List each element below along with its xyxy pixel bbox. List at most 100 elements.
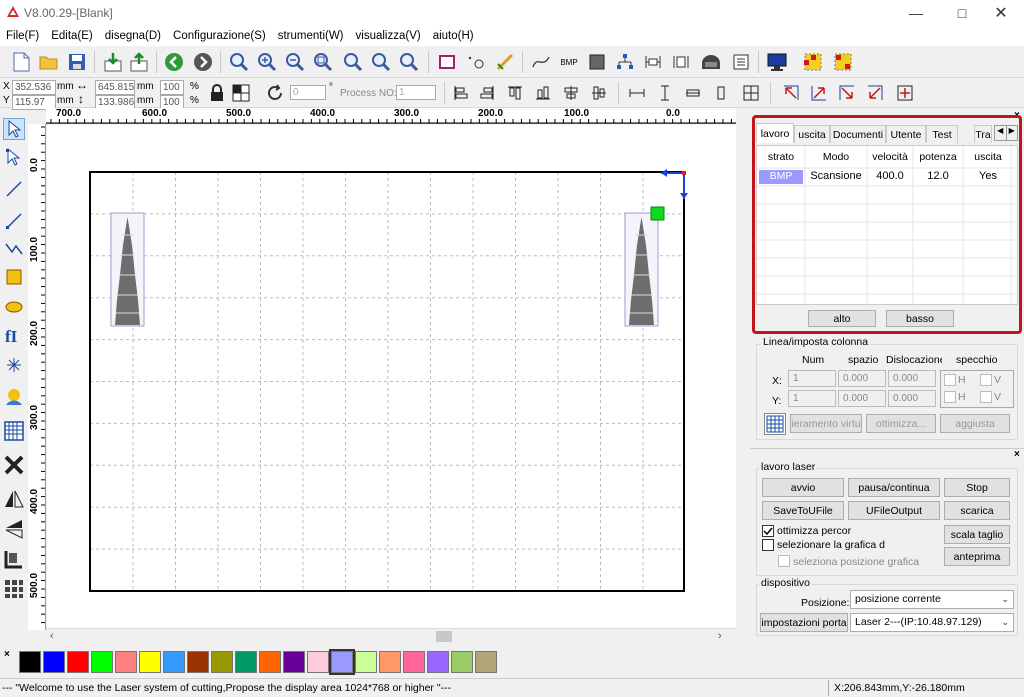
node-edit-icon[interactable]: [494, 51, 516, 73]
menu-tools[interactable]: strumenti(W): [272, 30, 350, 42]
arrow-up-right-icon[interactable]: [808, 82, 830, 104]
arrow-down-right-icon[interactable]: [836, 82, 858, 104]
color-swatch[interactable]: [307, 651, 329, 673]
same-height-icon[interactable]: [654, 82, 676, 104]
node-select-icon[interactable]: [3, 146, 25, 168]
dots-select-icon[interactable]: [802, 51, 824, 73]
color-swatch[interactable]: [19, 651, 41, 673]
point-tool-icon[interactable]: [3, 354, 25, 376]
rectangle-tool-icon[interactable]: [3, 266, 25, 288]
dot-icon[interactable]: [465, 51, 487, 73]
rectangle-frame-icon[interactable]: [436, 51, 458, 73]
polyline-icon[interactable]: [3, 210, 25, 232]
horizontal-scrollbar[interactable]: ‹ ›: [46, 628, 736, 644]
color-swatch[interactable]: [235, 651, 257, 673]
tab-scroll[interactable]: ◀ ▶: [994, 125, 1018, 141]
array-y-num[interactable]: 1: [788, 390, 836, 407]
layer-up-button[interactable]: alto: [808, 310, 876, 327]
color-swatch[interactable]: [451, 651, 473, 673]
import-icon[interactable]: [102, 51, 124, 73]
open-folder-icon[interactable]: [38, 51, 60, 73]
menu-help[interactable]: aiuto(H): [427, 30, 480, 42]
color-swatch[interactable]: [139, 651, 161, 673]
color-swatch[interactable]: [283, 651, 305, 673]
color-swatch[interactable]: [91, 651, 113, 673]
line-icon[interactable]: [3, 178, 25, 200]
tree-icon[interactable]: [614, 51, 636, 73]
back-icon[interactable]: [163, 51, 185, 73]
preview-button[interactable]: anteprima: [944, 547, 1010, 566]
color-swatch[interactable]: [403, 651, 425, 673]
curve-tool-icon[interactable]: [3, 238, 25, 260]
color-swatch[interactable]: [43, 651, 65, 673]
array-tool-icon[interactable]: [3, 578, 25, 600]
arrow-down-left-icon[interactable]: [864, 82, 886, 104]
zoom-page-icon[interactable]: [312, 51, 334, 73]
delete-tool-icon[interactable]: [3, 454, 25, 476]
layer-power[interactable]: 12.0: [913, 170, 963, 182]
color-swatch[interactable]: [475, 651, 497, 673]
scroll-left-icon[interactable]: ‹: [50, 630, 54, 642]
select-position-checkbox[interactable]: [778, 555, 790, 567]
mirror-x-h-checkbox[interactable]: [944, 374, 956, 386]
bitmap-object-right[interactable]: [624, 212, 659, 327]
curve-icon[interactable]: [530, 51, 552, 73]
align-right-icon[interactable]: [476, 82, 498, 104]
menu-view[interactable]: visualizza(V): [350, 30, 427, 42]
menu-edit[interactable]: Edita(E): [45, 30, 99, 42]
center-icon[interactable]: [894, 82, 916, 104]
scale-cut-button[interactable]: scala taglio: [944, 525, 1010, 544]
mirror-v-icon[interactable]: [3, 518, 25, 540]
zoom-pan-icon[interactable]: [228, 51, 250, 73]
color-swatch[interactable]: [329, 649, 355, 675]
download-button[interactable]: scarica: [944, 501, 1010, 520]
forward-icon[interactable]: [192, 51, 214, 73]
zoom-select-icon[interactable]: [370, 51, 392, 73]
array-y-disloc[interactable]: 0.000: [888, 390, 936, 407]
scroll-thumb[interactable]: [436, 631, 452, 642]
drawing-canvas[interactable]: [47, 125, 736, 628]
color-swatch[interactable]: [355, 651, 377, 673]
dots-group-icon[interactable]: [832, 51, 854, 73]
tab-test[interactable]: Test: [926, 125, 958, 143]
bitmap-object-left[interactable]: [110, 212, 145, 327]
ellipse-tool-icon[interactable]: [3, 296, 25, 318]
layer-output[interactable]: Yes: [963, 170, 1013, 182]
new-file-icon[interactable]: [10, 51, 32, 73]
palette-close-icon[interactable]: ×: [4, 649, 10, 660]
center-page-icon[interactable]: [740, 82, 762, 104]
tab-tra[interactable]: Tra: [974, 125, 992, 143]
vertical-scrollbar[interactable]: [736, 108, 748, 628]
virtual-array-button[interactable]: ieramento virtu: [790, 414, 862, 433]
array-x-num[interactable]: 1: [788, 370, 836, 387]
layer-speed[interactable]: 400.0: [867, 170, 913, 182]
menu-config[interactable]: Configurazione(S): [167, 30, 272, 42]
menu-file[interactable]: File(F): [0, 30, 45, 42]
pause-continue-button[interactable]: pausa/continua: [848, 478, 940, 497]
align-bottom-icon[interactable]: [532, 82, 554, 104]
optimize-path-checkbox[interactable]: [762, 525, 774, 537]
close-button[interactable]: ✕: [978, 0, 1024, 26]
tab-scroll-left-icon[interactable]: ◀: [995, 126, 1007, 140]
minimize-button[interactable]: —: [893, 0, 939, 26]
align-top-icon[interactable]: [504, 82, 526, 104]
port-settings-button[interactable]: impostazioni porta: [760, 613, 848, 632]
zoom-out-icon[interactable]: [284, 51, 306, 73]
menu-draw[interactable]: disegna(D): [99, 30, 167, 42]
select-graphic-checkbox[interactable]: [762, 539, 774, 551]
work-panel-close-icon[interactable]: ×: [1014, 449, 1020, 460]
equal-vspace-icon[interactable]: [710, 82, 732, 104]
width-input[interactable]: 645.815: [95, 80, 135, 95]
lock-icon[interactable]: [206, 82, 228, 104]
bitmap-tool-icon[interactable]: [3, 386, 25, 408]
color-swatch[interactable]: [211, 651, 233, 673]
zoom-in-icon[interactable]: [256, 51, 278, 73]
zoom-fit-icon[interactable]: [398, 51, 420, 73]
array-y-space[interactable]: 0.000: [838, 390, 886, 407]
color-swatch[interactable]: [427, 651, 449, 673]
grid-position-icon[interactable]: [230, 82, 252, 104]
rotate-input[interactable]: 0: [290, 85, 326, 100]
align-left-icon[interactable]: [450, 82, 472, 104]
array-x-disloc[interactable]: 0.000: [888, 370, 936, 387]
tab-scroll-right-icon[interactable]: ▶: [1007, 126, 1018, 140]
